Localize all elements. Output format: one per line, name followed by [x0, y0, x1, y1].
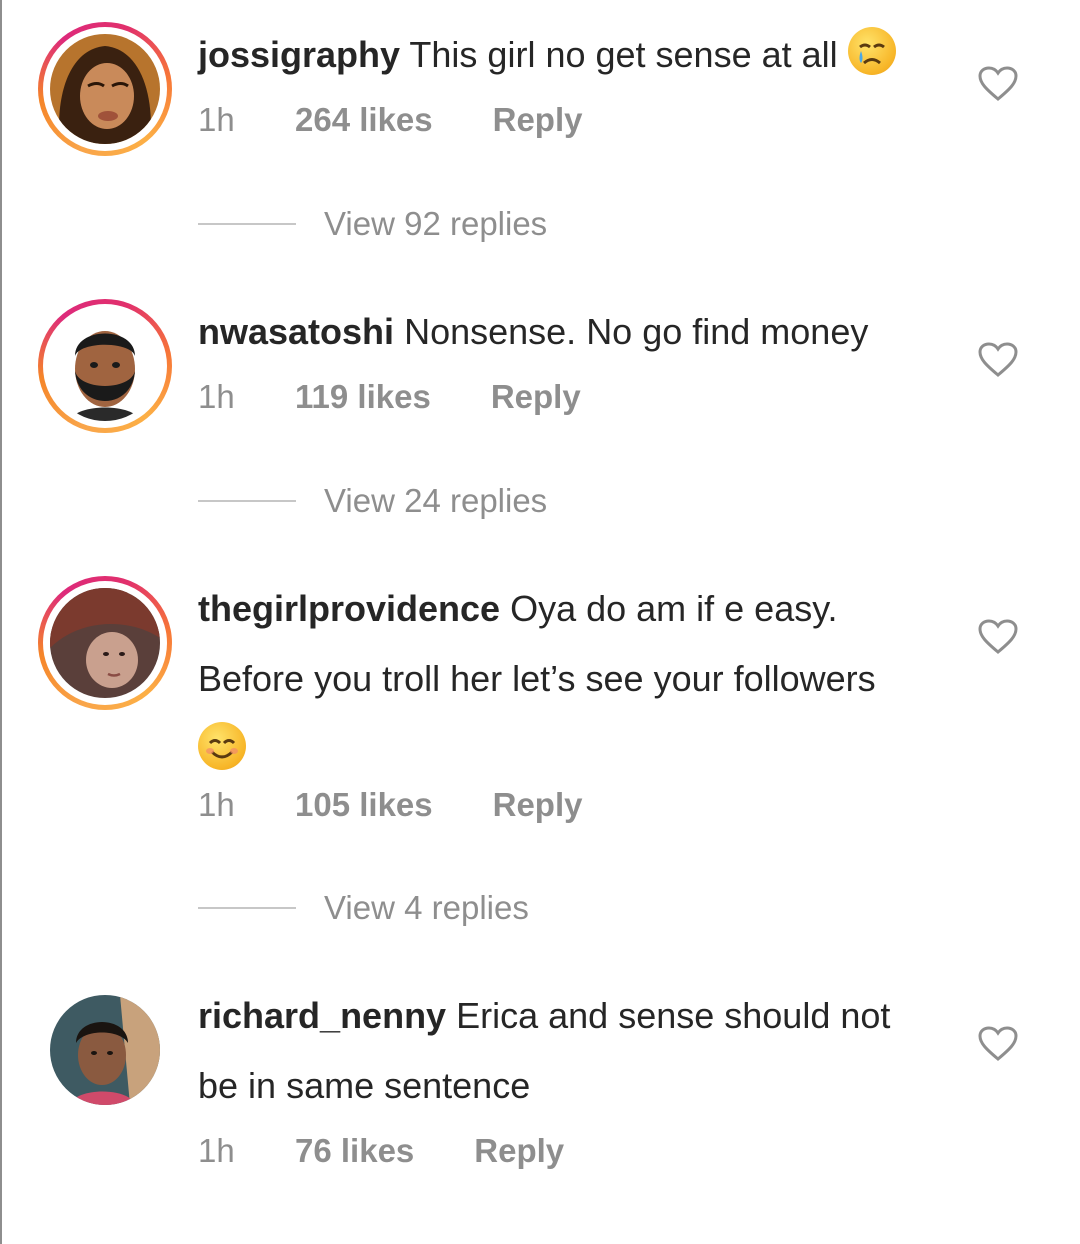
comment-meta: 1h 76 likes Reply [198, 1131, 564, 1171]
comment-text-block: nwasatoshi Nonsense. No go find money [198, 297, 938, 367]
comment-time: 1h [198, 378, 235, 415]
comment-likes[interactable]: 264 likes [295, 101, 433, 139]
smiling-face-emoji-icon [198, 722, 246, 770]
reply-button[interactable]: Reply [474, 1132, 564, 1170]
avatar[interactable] [50, 995, 160, 1105]
comment-username[interactable]: richard_nenny [198, 995, 446, 1036]
comment-meta: 1h 105 likes Reply [198, 785, 583, 825]
comment-meta: 1h 119 likes Reply [198, 377, 581, 417]
story-ring[interactable] [38, 22, 172, 156]
heart-icon[interactable] [978, 342, 1018, 378]
comment-text-block: thegirlprovidence Oya do am if e easy. B… [198, 574, 938, 770]
view-replies-label[interactable]: View 92 replies [324, 205, 547, 243]
heart-icon[interactable] [978, 619, 1018, 655]
story-ring[interactable] [38, 299, 172, 433]
comment-text-line-2: Before you troll her let’s see your foll… [198, 658, 876, 699]
comment-text: This girl no get sense at all [409, 34, 838, 75]
comment-text-block: jossigraphy This girl no get sense at al… [198, 20, 938, 90]
comment-time: 1h [198, 1132, 235, 1169]
comment-text-block: richard_nenny Erica and sense should not… [198, 981, 938, 1121]
comment-time: 1h [198, 101, 235, 138]
view-replies-link[interactable]: View 4 replies [198, 889, 529, 927]
comment-likes[interactable]: 105 likes [295, 786, 433, 824]
replies-divider [198, 500, 296, 502]
comment-text: Erica and sense should not [456, 995, 891, 1036]
view-replies-link[interactable]: View 24 replies [198, 482, 547, 520]
story-ring[interactable] [38, 576, 172, 710]
heart-icon[interactable] [978, 1026, 1018, 1062]
reply-button[interactable]: Reply [491, 378, 581, 416]
replies-divider [198, 907, 296, 909]
comments-screen: jossigraphy This girl no get sense at al… [0, 0, 1080, 1244]
comment-text: Nonsense. No go find money [404, 311, 869, 352]
comment-username[interactable]: jossigraphy [198, 34, 400, 75]
reply-button[interactable]: Reply [493, 101, 583, 139]
view-replies-label[interactable]: View 4 replies [324, 889, 529, 927]
avatar[interactable] [50, 311, 160, 421]
view-replies-link[interactable]: View 92 replies [198, 205, 547, 243]
comment-meta: 1h 264 likes Reply [198, 100, 583, 140]
comment-likes[interactable]: 119 likes [295, 378, 431, 416]
comment-username[interactable]: nwasatoshi [198, 311, 394, 352]
comment-likes[interactable]: 76 likes [295, 1132, 414, 1170]
crying-face-emoji-icon [847, 27, 896, 75]
avatar-container[interactable] [38, 983, 172, 1117]
avatar[interactable] [50, 34, 160, 144]
view-replies-label[interactable]: View 24 replies [324, 482, 547, 520]
comment-username[interactable]: thegirlprovidence [198, 588, 500, 629]
avatar[interactable] [50, 588, 160, 698]
reply-button[interactable]: Reply [493, 786, 583, 824]
comment-time: 1h [198, 786, 235, 823]
heart-icon[interactable] [978, 66, 1018, 102]
comment-text: Oya do am if e easy. [510, 588, 838, 629]
replies-divider [198, 223, 296, 225]
comment-text-line-2: be in same sentence [198, 1065, 531, 1106]
